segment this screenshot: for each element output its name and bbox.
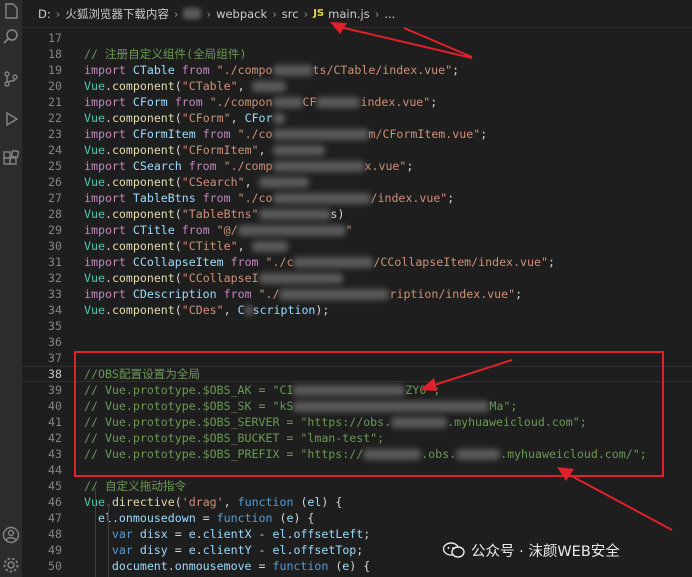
- arrow-to-filename: [403, 27, 473, 58]
- arrow-to-ak: [427, 359, 513, 388]
- watermark-text: 公众号 · 沫颜WEB安全: [471, 543, 620, 560]
- arrow-to-prefix: [565, 472, 673, 531]
- arrow-head-ak: [420, 378, 437, 391]
- annotation-arrows: [330, 22, 673, 531]
- watermark: 公众号 · 沫颜WEB安全: [443, 538, 620, 562]
- wechat-icon: [443, 542, 465, 558]
- arrow-head-prefix: [557, 467, 574, 481]
